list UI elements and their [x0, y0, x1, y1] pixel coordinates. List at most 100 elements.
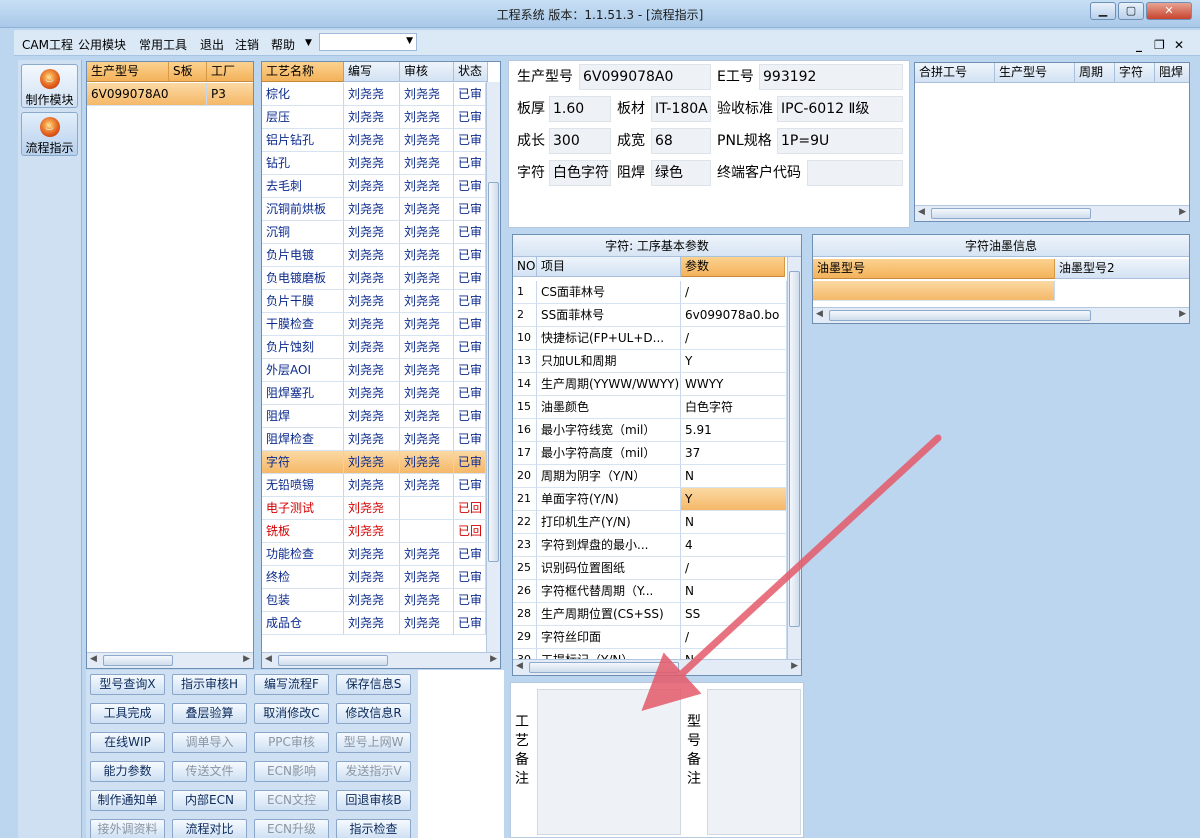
action-button[interactable]: PPC审核 — [254, 732, 329, 753]
status-cell[interactable]: 已审 — [454, 83, 486, 106]
process-name-cell[interactable]: 棕化 — [262, 83, 344, 106]
writer-cell[interactable]: 刘尧尧 — [344, 382, 400, 405]
process-name-cell[interactable]: 外层AOI — [262, 359, 344, 382]
status-cell[interactable]: 已审 — [454, 175, 486, 198]
param-value-cell[interactable]: / — [681, 327, 787, 350]
col-header-ink-model[interactable]: 油墨型号 — [813, 259, 1055, 279]
reviewer-cell[interactable]: 刘尧尧 — [400, 290, 454, 313]
writer-cell[interactable]: 刘尧尧 — [344, 474, 400, 497]
status-cell[interactable]: 已审 — [454, 129, 486, 152]
mdi-close-button[interactable]: ✕ — [1174, 38, 1184, 52]
col-header-prod-model[interactable]: 生产型号 — [995, 63, 1075, 83]
arrow-left-icon[interactable]: ◀ — [516, 661, 523, 671]
writer-cell[interactable]: 刘尧尧 — [344, 497, 400, 520]
vertical-scrollbar[interactable] — [486, 82, 500, 652]
param-no-cell[interactable]: 29 — [513, 626, 537, 649]
col-header-ink-model-2[interactable]: 油墨型号2 — [1055, 259, 1189, 279]
reviewer-cell[interactable]: 刘尧尧 — [400, 313, 454, 336]
param-no-cell[interactable]: 28 — [513, 603, 537, 626]
param-value-cell[interactable]: / — [681, 281, 787, 304]
reviewer-cell[interactable]: 刘尧尧 — [400, 175, 454, 198]
status-cell[interactable]: 已回 — [454, 520, 486, 543]
status-cell[interactable]: 已审 — [454, 290, 486, 313]
horizontal-scrollbar[interactable]: ◀ ▶ — [87, 652, 253, 668]
status-cell[interactable]: 已审 — [454, 244, 486, 267]
writer-cell[interactable]: 刘尧尧 — [344, 566, 400, 589]
maximize-button[interactable]: ▢ — [1118, 2, 1144, 20]
param-value-cell[interactable]: WWYY — [681, 373, 787, 396]
action-button[interactable]: 指示审核H — [172, 674, 247, 695]
process-name-cell[interactable]: 负电镀磨板 — [262, 267, 344, 290]
arrow-right-icon[interactable]: ▶ — [1179, 207, 1186, 217]
reviewer-cell[interactable]: 刘尧尧 — [400, 566, 454, 589]
param-no-cell[interactable]: 26 — [513, 580, 537, 603]
menu-dropdown-icon[interactable]: ▼ — [305, 38, 312, 48]
param-no-cell[interactable]: 14 — [513, 373, 537, 396]
writer-cell[interactable]: 刘尧尧 — [344, 520, 400, 543]
sidebar-item-make-module[interactable]: ♨ 制作模块 — [21, 64, 78, 108]
process-name-cell[interactable]: 负片蚀刻 — [262, 336, 344, 359]
status-cell[interactable]: 已审 — [454, 474, 486, 497]
writer-cell[interactable]: 刘尧尧 — [344, 543, 400, 566]
character-field[interactable]: 白色字符 — [549, 160, 611, 186]
col-header-process-name[interactable]: 工艺名称 — [262, 62, 344, 82]
action-button[interactable]: 工具完成 — [90, 703, 165, 724]
reviewer-cell[interactable]: 刘尧尧 — [400, 106, 454, 129]
menu-combo[interactable]: ▼ — [319, 33, 417, 51]
action-button[interactable]: 调单导入 — [172, 732, 247, 753]
reviewer-cell[interactable] — [400, 520, 454, 543]
action-button[interactable]: 在线WIP — [90, 732, 165, 753]
mdi-restore-button[interactable]: ❐ — [1154, 38, 1165, 52]
param-no-cell[interactable]: 10 — [513, 327, 537, 350]
writer-cell[interactable]: 刘尧尧 — [344, 129, 400, 152]
menu-common-tools[interactable]: 常用工具 — [139, 36, 187, 53]
horizontal-scrollbar[interactable]: ◀ ▶ — [813, 307, 1189, 323]
status-cell[interactable]: 已审 — [454, 221, 486, 244]
writer-cell[interactable]: 刘尧尧 — [344, 244, 400, 267]
writer-cell[interactable]: 刘尧尧 — [344, 359, 400, 382]
process-name-cell[interactable]: 成品仓 — [262, 612, 344, 635]
arrow-left-icon[interactable]: ◀ — [90, 654, 97, 664]
writer-cell[interactable]: 刘尧尧 — [344, 106, 400, 129]
action-button[interactable]: 内部ECN — [172, 790, 247, 811]
process-name-cell[interactable]: 包装 — [262, 589, 344, 612]
col-header-param[interactable]: 参数 — [681, 257, 785, 277]
col-header-model[interactable]: 生产型号 — [87, 62, 169, 82]
menu-help[interactable]: 帮助 — [271, 36, 295, 53]
status-cell[interactable]: 已审 — [454, 336, 486, 359]
param-item-cell[interactable]: 生产周期(YYWW/WWYY) — [537, 373, 681, 396]
acceptance-field[interactable]: IPC-6012 Ⅱ级 — [777, 96, 903, 122]
param-item-cell[interactable]: CS面菲林号 — [537, 281, 681, 304]
customer-code-field[interactable] — [807, 160, 903, 186]
param-item-cell[interactable]: 快捷标记(FP+UL+D... — [537, 327, 681, 350]
reviewer-cell[interactable]: 刘尧尧 — [400, 336, 454, 359]
process-name-cell[interactable]: 负片电镀 — [262, 244, 344, 267]
param-no-cell[interactable]: 21 — [513, 488, 537, 511]
writer-cell[interactable]: 刘尧尧 — [344, 221, 400, 244]
length-field[interactable]: 300 — [549, 128, 611, 154]
arrow-left-icon[interactable]: ◀ — [265, 654, 272, 664]
action-button[interactable]: ECN文控 — [254, 790, 329, 811]
solder-mask-field[interactable]: 绿色 — [651, 160, 711, 186]
writer-cell[interactable]: 刘尧尧 — [344, 290, 400, 313]
action-button[interactable]: 接外调资料 — [90, 819, 165, 838]
status-cell[interactable]: 已审 — [454, 589, 486, 612]
minimize-button[interactable]: ▁ — [1090, 2, 1116, 20]
reviewer-cell[interactable]: 刘尧尧 — [400, 83, 454, 106]
status-cell[interactable]: 已审 — [454, 543, 486, 566]
param-no-cell[interactable]: 20 — [513, 465, 537, 488]
process-name-cell[interactable]: 电子测试 — [262, 497, 344, 520]
arrow-left-icon[interactable]: ◀ — [918, 207, 925, 217]
status-cell[interactable]: 已回 — [454, 497, 486, 520]
writer-cell[interactable]: 刘尧尧 — [344, 451, 400, 474]
col-header-combine-no[interactable]: 合拼工号 — [915, 63, 995, 83]
col-header-s-board[interactable]: S板 — [169, 62, 207, 82]
param-item-cell[interactable]: SS面菲林号 — [537, 304, 681, 327]
col-header-no[interactable]: NO — [513, 257, 537, 277]
param-value-cell[interactable]: 白色字符 — [681, 396, 787, 419]
menu-exit[interactable]: 退出 — [200, 36, 224, 53]
param-item-cell[interactable]: 只加UL和周期 — [537, 350, 681, 373]
model-cell[interactable]: 6V099078A0 — [87, 83, 207, 106]
factory-cell[interactable]: P3 — [207, 83, 253, 106]
status-cell[interactable]: 已审 — [454, 566, 486, 589]
